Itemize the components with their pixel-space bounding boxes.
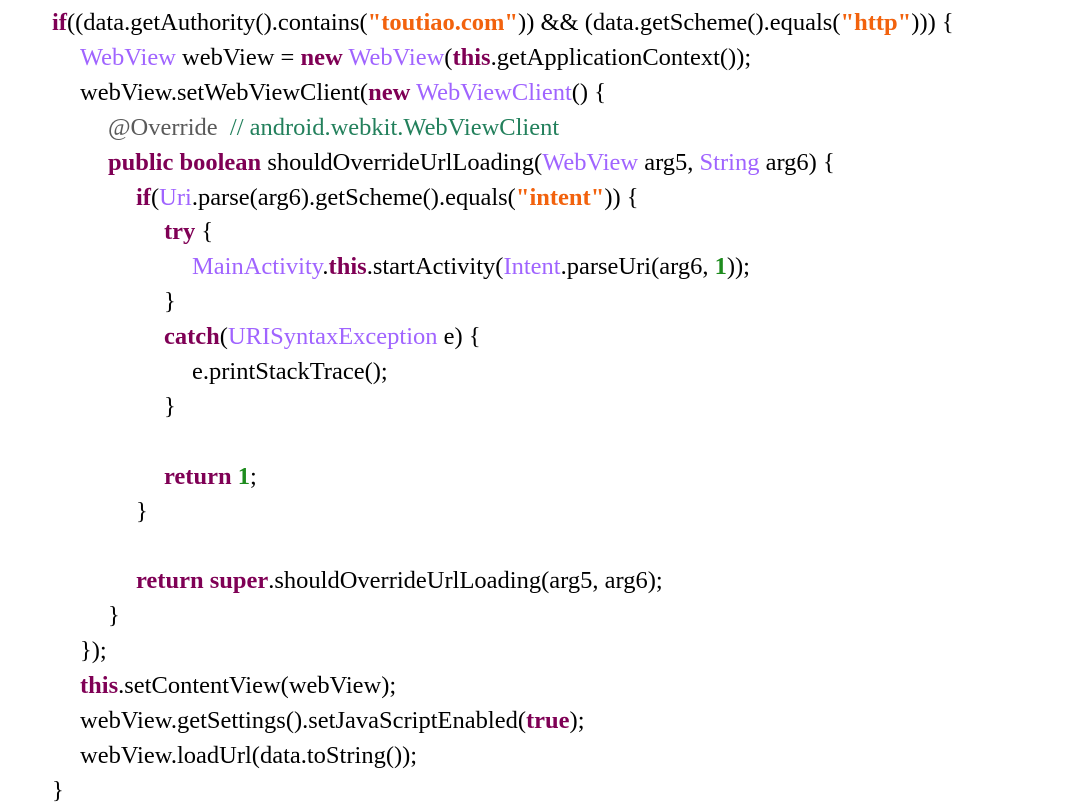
code-token: shouldOverrideUrlLoading( <box>261 148 543 176</box>
code-comment: // android.webkit.WebViewClient <box>229 113 560 141</box>
code-token: } <box>52 776 64 804</box>
code-token: } <box>108 602 120 630</box>
string-literal: "intent" <box>515 183 605 211</box>
code-line: this.setContentView(webView); <box>80 669 396 703</box>
annotation-token: @Override <box>108 113 218 141</box>
type-token: String <box>699 148 760 176</box>
keyword-token: true <box>525 707 570 734</box>
type-token: WebView <box>80 43 176 71</box>
code-line: }); <box>80 634 107 668</box>
type-token: Intent <box>503 253 561 281</box>
type-token: URISyntaxException <box>227 323 438 351</box>
code-token: () { <box>571 78 606 106</box>
string-literal: "http" <box>840 9 912 36</box>
keyword-token: return <box>164 462 232 490</box>
code-token: webView = <box>175 43 301 71</box>
code-line: public boolean shouldOverrideUrlLoading(… <box>108 146 835 180</box>
code-line: MainActivity.this.startActivity(Intent.p… <box>192 250 750 284</box>
code-line: } <box>52 774 64 806</box>
code-line: try { <box>164 215 213 249</box>
keyword-token: try <box>164 218 196 246</box>
code-token: )); <box>726 253 750 281</box>
code-token: .getApplicationContext()); <box>490 43 752 71</box>
code-line: if((data.getAuthority().contains("toutia… <box>52 6 954 40</box>
keyword-token: this <box>328 253 367 281</box>
code-line: WebView webView = new WebView(this.getAp… <box>80 41 751 75</box>
code-token: webView.setWebViewClient( <box>80 78 369 106</box>
number-literal: 1 <box>237 462 250 490</box>
code-token: ( <box>219 323 228 351</box>
code-line: return 1; <box>164 460 257 494</box>
code-token: } <box>136 497 148 525</box>
code-token: .setContentView(webView); <box>118 672 397 700</box>
code-token: ))) { <box>911 9 954 36</box>
code-token: ( <box>150 183 160 211</box>
code-line: webView.getSettings().setJavaScriptEnabl… <box>80 704 585 738</box>
code-token: } <box>164 288 176 316</box>
code-line: @Override // android.webkit.WebViewClien… <box>108 111 559 145</box>
keyword-token: if <box>136 183 151 211</box>
code-token: arg5, <box>638 148 700 176</box>
code-token: { <box>195 218 214 246</box>
keyword-token: super <box>209 567 269 595</box>
string-literal: "toutiao.com" <box>367 9 519 36</box>
code-view: if((data.getAuthority().contains("toutia… <box>0 0 1080 806</box>
code-token: e.printStackTrace(); <box>192 358 388 385</box>
code-token: arg6) { <box>759 148 835 176</box>
code-line: if(Uri.parse(arg6).getScheme().equals("i… <box>136 181 639 215</box>
code-token: ); <box>569 707 585 734</box>
code-line: e.printStackTrace(); <box>192 355 388 389</box>
code-token: e) { <box>437 323 481 351</box>
code-line: return super.shouldOverrideUrlLoading(ar… <box>136 564 663 598</box>
code-token: .parseUri(arg6, <box>560 253 715 281</box>
keyword-token: if <box>52 9 67 36</box>
type-token: Uri <box>159 183 192 211</box>
code-token: ((data.getAuthority().contains( <box>66 9 368 36</box>
code-token: .startActivity( <box>366 253 504 281</box>
code-line: } <box>164 285 176 319</box>
code-line: } <box>136 495 148 529</box>
type-token: MainActivity <box>192 253 323 281</box>
code-token: )) { <box>604 183 639 211</box>
code-token: } <box>164 392 176 420</box>
keyword-token: new <box>300 43 343 71</box>
keyword-token: this <box>80 672 119 700</box>
keyword-token: boolean <box>179 148 262 176</box>
code-token: .parse(arg6).getScheme().equals( <box>191 183 516 211</box>
type-token: WebViewClient <box>415 78 572 106</box>
keyword-token: new <box>368 78 411 106</box>
keyword-token: this <box>452 43 491 71</box>
type-token: WebView <box>542 148 639 176</box>
code-token: .shouldOverrideUrlLoading(arg5, arg6); <box>268 567 663 595</box>
code-token: ; <box>249 462 257 490</box>
code-line: } <box>164 390 176 424</box>
type-token: WebView <box>348 43 445 71</box>
code-token: webView.getSettings().setJavaScriptEnabl… <box>80 707 526 734</box>
code-line: webView.loadUrl(data.toString()); <box>80 739 417 773</box>
code-line: } <box>108 599 120 633</box>
code-token: )) && (data.getScheme().equals( <box>518 9 841 36</box>
keyword-token: catch <box>164 323 220 351</box>
code-token: webView.loadUrl(data.toString()); <box>80 741 418 769</box>
number-literal: 1 <box>714 253 727 281</box>
code-line: webView.setWebViewClient(new WebViewClie… <box>80 76 606 110</box>
keyword-token: return <box>136 567 204 595</box>
keyword-token: public <box>108 148 174 176</box>
code-token: }); <box>80 637 107 665</box>
code-line: catch(URISyntaxException e) { <box>164 320 481 354</box>
